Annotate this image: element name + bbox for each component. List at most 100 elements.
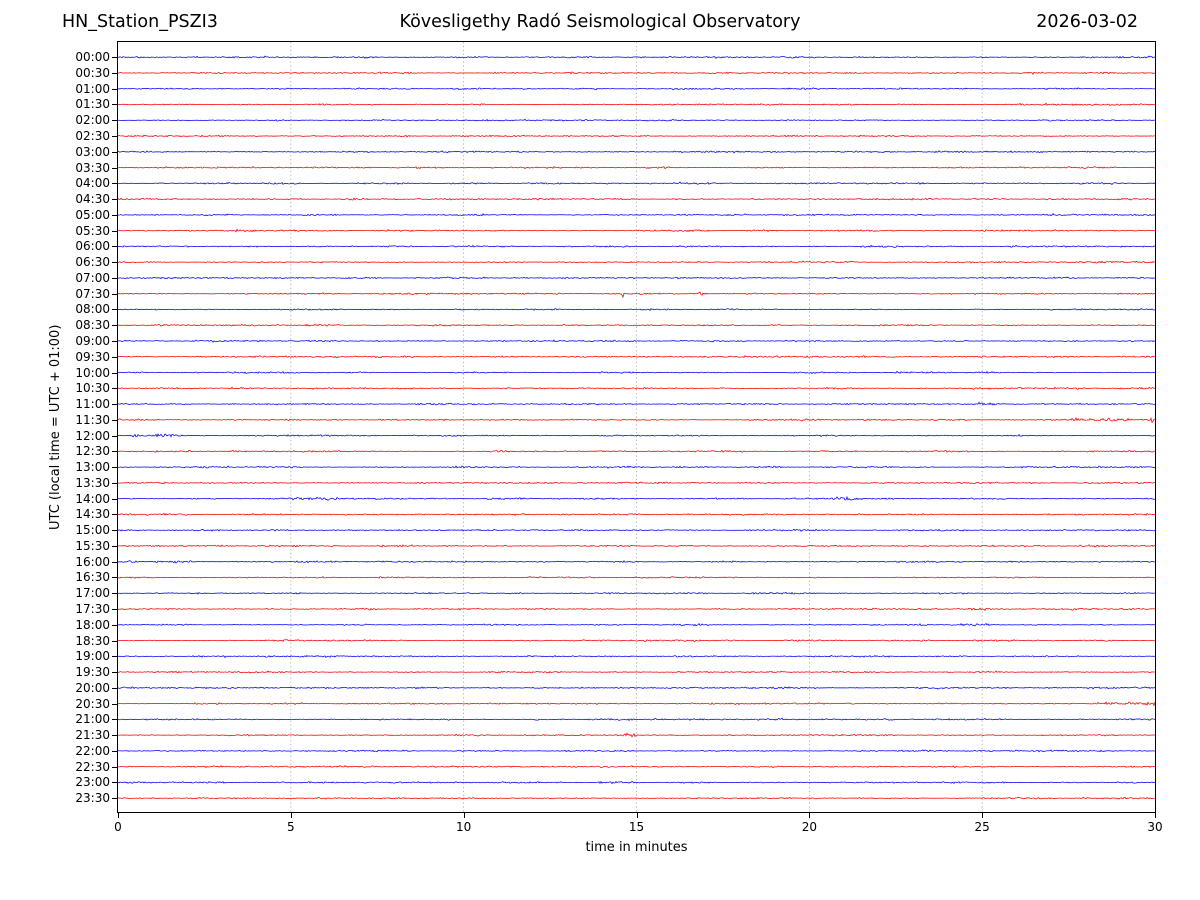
y-tick-mark [112, 782, 117, 784]
y-tick-mark [112, 766, 117, 768]
y-tick-label: 19:00 [75, 649, 110, 664]
y-tick-mark [112, 262, 117, 264]
y-tick-label: 10:00 [75, 365, 110, 380]
y-tick-label: 20:00 [75, 680, 110, 695]
y-tick-label: 12:00 [75, 428, 110, 443]
y-tick-mark [112, 672, 117, 674]
y-tick-label: 19:30 [75, 665, 110, 680]
y-tick-mark [112, 482, 117, 484]
y-tick-label: 14:30 [75, 507, 110, 522]
y-tick-mark [112, 309, 117, 311]
x-tick-mark [982, 813, 984, 818]
y-tick-label: 02:00 [75, 113, 110, 128]
y-tick-label: 17:30 [75, 602, 110, 616]
y-tick-mark [112, 624, 117, 626]
y-tick-label: 23:30 [75, 791, 110, 806]
y-tick-label: 07:30 [75, 286, 110, 301]
y-tick-label: 16:30 [75, 570, 110, 585]
y-tick-mark [112, 750, 117, 752]
y-tick-mark [112, 514, 117, 516]
y-tick-label: 08:30 [75, 318, 110, 333]
y-tick-mark [112, 577, 117, 579]
y-tick-mark [112, 498, 117, 500]
x-tick-mark [463, 813, 465, 818]
seismogram-traces-canvas [118, 42, 1155, 812]
x-tick-label: 30 [1147, 820, 1163, 834]
plot-area [117, 41, 1156, 813]
y-tick-label: 08:00 [75, 302, 110, 317]
y-tick-label: 00:30 [75, 65, 110, 80]
y-tick-label: 03:30 [75, 160, 110, 175]
y-tick-label: 22:00 [75, 743, 110, 758]
y-tick-mark [112, 798, 117, 800]
y-tick-mark [112, 325, 117, 327]
y-tick-label: 09:00 [75, 333, 110, 348]
y-tick-label: 11:30 [75, 412, 110, 427]
y-tick-mark [112, 719, 117, 721]
y-tick-label: 09:30 [75, 349, 110, 364]
x-axis-label: time in minutes [585, 840, 688, 855]
y-tick-mark [112, 183, 117, 185]
y-tick-label: 03:00 [75, 144, 110, 159]
y-tick-mark [112, 372, 117, 374]
x-tick-label: 5 [287, 820, 295, 834]
date-label: 2026-03-02 [1036, 12, 1138, 32]
y-tick-label: 06:30 [75, 255, 110, 270]
y-tick-label: 04:30 [75, 192, 110, 207]
x-tick-mark [118, 813, 119, 818]
y-tick-mark [112, 356, 117, 358]
y-tick-label: 11:00 [75, 397, 110, 412]
x-tick-label: 20 [801, 820, 817, 834]
x-tick-mark [1155, 813, 1156, 818]
y-tick-mark [112, 57, 117, 59]
y-tick-label: 10:30 [75, 381, 110, 396]
y-tick-label: 01:30 [75, 97, 110, 112]
y-tick-mark [112, 340, 117, 342]
y-tick-label: 18:30 [75, 633, 110, 648]
y-tick-mark [112, 277, 117, 279]
x-tick-label: 0 [114, 820, 122, 834]
y-tick-mark [112, 120, 117, 122]
y-tick-mark [112, 593, 117, 595]
observatory-title: Kövesligethy Radó Seismological Observat… [399, 12, 801, 32]
y-tick-mark [112, 388, 117, 390]
y-tick-label: 21:00 [75, 712, 110, 727]
y-tick-label: 01:00 [75, 81, 110, 96]
y-tick-mark [112, 199, 117, 201]
y-tick-mark [112, 293, 117, 295]
y-tick-label: 20:30 [75, 696, 110, 711]
x-tick-label: 10 [456, 820, 472, 834]
y-tick-label: 23:00 [75, 775, 110, 790]
y-tick-label: 05:30 [75, 223, 110, 238]
y-tick-mark [112, 435, 117, 437]
x-tick-mark [636, 813, 638, 818]
y-tick-label: 07:00 [75, 270, 110, 285]
y-tick-mark [112, 214, 117, 216]
y-tick-mark [112, 640, 117, 642]
y-tick-mark [112, 530, 117, 532]
y-tick-mark [112, 230, 117, 232]
y-tick-label: 21:30 [75, 728, 110, 743]
y-tick-mark [112, 104, 117, 106]
y-tick-mark [112, 151, 117, 153]
y-tick-mark [112, 609, 117, 610]
x-tick-label: 15 [628, 820, 645, 834]
y-tick-label: 15:00 [75, 523, 110, 538]
y-tick-label: 18:00 [75, 617, 110, 632]
y-tick-label: 00:00 [75, 50, 110, 65]
y-tick-mark [112, 404, 117, 406]
y-tick-label: 16:00 [75, 554, 110, 569]
y-tick-label: 13:30 [75, 475, 110, 490]
y-tick-mark [112, 136, 117, 138]
y-tick-label: 15:30 [75, 538, 110, 553]
y-tick-mark [112, 451, 117, 453]
y-tick-mark [112, 246, 117, 248]
y-tick-label: 13:00 [75, 460, 110, 475]
y-tick-label: 02:30 [75, 129, 110, 144]
y-tick-mark [112, 545, 117, 547]
y-tick-mark [112, 656, 117, 658]
y-tick-mark [112, 703, 117, 705]
y-tick-label: 12:30 [75, 444, 110, 459]
y-tick-mark [112, 167, 117, 169]
x-tick-mark [290, 813, 292, 818]
